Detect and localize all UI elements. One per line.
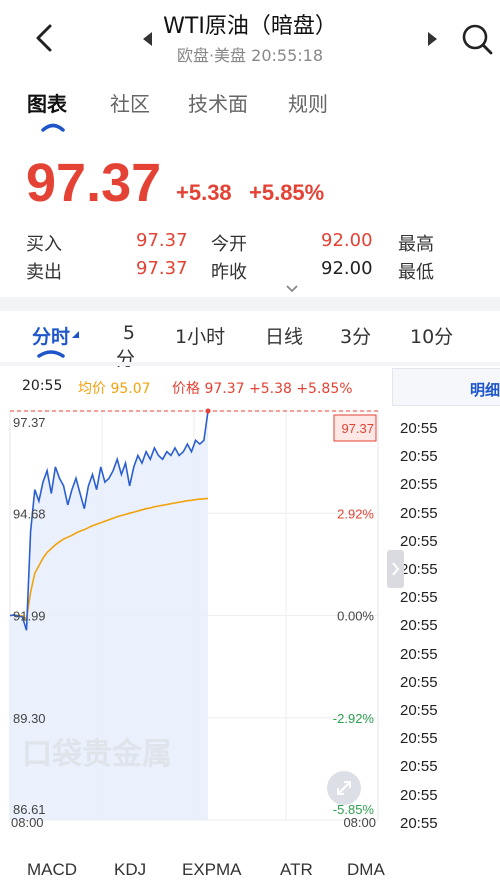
detail-row-time: 20:55 xyxy=(400,420,438,437)
tab-chart[interactable]: 图表 xyxy=(27,88,67,117)
tab-10min[interactable]: 10分 xyxy=(410,322,453,349)
watermark-logo: 口袋贵金属 xyxy=(22,737,172,772)
price-change-percent: +5.85% xyxy=(249,180,325,205)
tab-1hour[interactable]: 1小时 xyxy=(175,322,225,349)
detail-row-time: 20:55 xyxy=(400,589,438,607)
y-axis-label-left: 91.99 xyxy=(13,609,46,624)
search-icon xyxy=(462,24,493,55)
y-axis-label-left: 97.37 xyxy=(13,415,46,430)
tab-community[interactable]: 社区 xyxy=(110,88,150,117)
info-price: 价格 97.37 +5.38 +5.85% xyxy=(172,381,353,397)
instrument-title: WTI原油（暗盘） xyxy=(163,14,337,39)
detail-row-time: 20:55 xyxy=(400,476,438,494)
tab-rules[interactable]: 规则 xyxy=(288,88,328,117)
detail-row-time: 20:55 xyxy=(400,758,438,776)
current-price: 97.37 xyxy=(26,153,162,213)
high-label: 最高 xyxy=(398,234,434,255)
chart-tab-indicator xyxy=(37,350,65,358)
tab-intraday[interactable]: 分时 xyxy=(32,322,70,349)
tab-3min[interactable]: 3分 xyxy=(340,322,371,349)
main-tabs: 图表 社区 技术面 规则 xyxy=(0,88,500,132)
low-label: 最低 xyxy=(398,262,434,283)
trade-detail-panel: 明细 20:55 20:55 20:55 20:55 20:55 20:55 20:55 20… xyxy=(392,368,500,848)
expand-chevron-icon[interactable] xyxy=(284,284,300,294)
detail-row-time: 20:55 xyxy=(400,730,438,748)
info-time: 20:55 xyxy=(22,378,63,394)
detail-row-time: 20:55 xyxy=(400,532,438,550)
info-avg: 均价 95.07 xyxy=(78,381,151,397)
price-change: +5.38 xyxy=(176,180,232,205)
detail-header-label: 明细 xyxy=(470,381,500,399)
detail-row-time: 20:55 xyxy=(400,617,438,635)
next-instrument-button[interactable] xyxy=(428,32,437,46)
tab-active-indicator xyxy=(41,123,65,132)
open-value: 92.00 xyxy=(321,230,373,251)
y-axis-label-left: 94.68 xyxy=(13,506,46,521)
y-axis-label-left: 89.30 xyxy=(13,711,46,726)
open-label: 今开 xyxy=(211,234,247,255)
chart-info-bar: 20:55 均价 95.07 价格 97.37 +5.38 +5.85% xyxy=(0,372,385,402)
tab-daily[interactable]: 日线 xyxy=(265,322,303,349)
indicator-atr[interactable]: ATR xyxy=(280,860,313,880)
detail-header[interactable]: 明细 xyxy=(392,368,500,406)
buy-value: 97.37 xyxy=(136,230,188,251)
indicator-kdj[interactable]: KDJ xyxy=(114,860,146,880)
detail-row-time: 20:55 xyxy=(400,673,438,691)
x-axis-label-end: 08:00 xyxy=(343,815,376,830)
prev-close-value: 92.00 xyxy=(321,258,373,279)
detail-row-time: 20:55 xyxy=(400,561,438,578)
chevron-right-icon xyxy=(392,562,400,576)
collapse-panel-button[interactable] xyxy=(387,550,404,588)
current-price-dot xyxy=(205,408,211,414)
y-axis-label-right: -2.92% xyxy=(333,711,375,726)
detail-row-time: 20:55 xyxy=(400,814,438,832)
chart-period-tabs: 分时 5分 1小时 日线 3分 10分 xyxy=(0,312,500,370)
detail-row-time: 20:55 xyxy=(400,504,438,522)
tab-technical[interactable]: 技术面 xyxy=(188,88,248,117)
sell-value: 97.37 xyxy=(136,258,188,279)
x-axis-label-start: 08:00 xyxy=(11,815,44,830)
section-divider xyxy=(0,297,500,311)
prev-close-label: 昨收 xyxy=(211,262,247,283)
y-axis-label-right: 2.92% xyxy=(337,506,374,521)
detail-row-time: 20:55 xyxy=(400,702,438,719)
intraday-chart[interactable]: 口袋贵金属97.3794.6891.9989.3086.615.85%2.92%… xyxy=(0,408,385,838)
current-price-badge-label: 97.37 xyxy=(341,421,374,436)
dropdown-caret-icon xyxy=(72,331,79,338)
indicator-dma[interactable]: DMA xyxy=(347,860,385,880)
top-bar: WTI原油（暗盘） 欧盘·美盘 20:55:18 xyxy=(0,0,500,80)
detail-row-time: 20:55 xyxy=(400,645,438,663)
chart-divider xyxy=(0,362,500,366)
sell-label: 卖出 xyxy=(26,262,62,283)
session-time: 欧盘·美盘 20:55:18 xyxy=(176,46,324,65)
search-button[interactable] xyxy=(460,22,494,56)
indicator-macd[interactable]: MACD xyxy=(27,860,77,880)
indicator-expma[interactable]: EXPMA xyxy=(182,860,242,880)
y-axis-label-right: 0.00% xyxy=(337,609,374,624)
detail-row-time: 20:55 xyxy=(400,448,438,466)
indicator-tabs: MACD KDJ EXPMA ATR DMA xyxy=(0,852,500,896)
detail-row-time: 20:55 xyxy=(400,786,438,804)
buy-label: 买入 xyxy=(26,234,62,255)
